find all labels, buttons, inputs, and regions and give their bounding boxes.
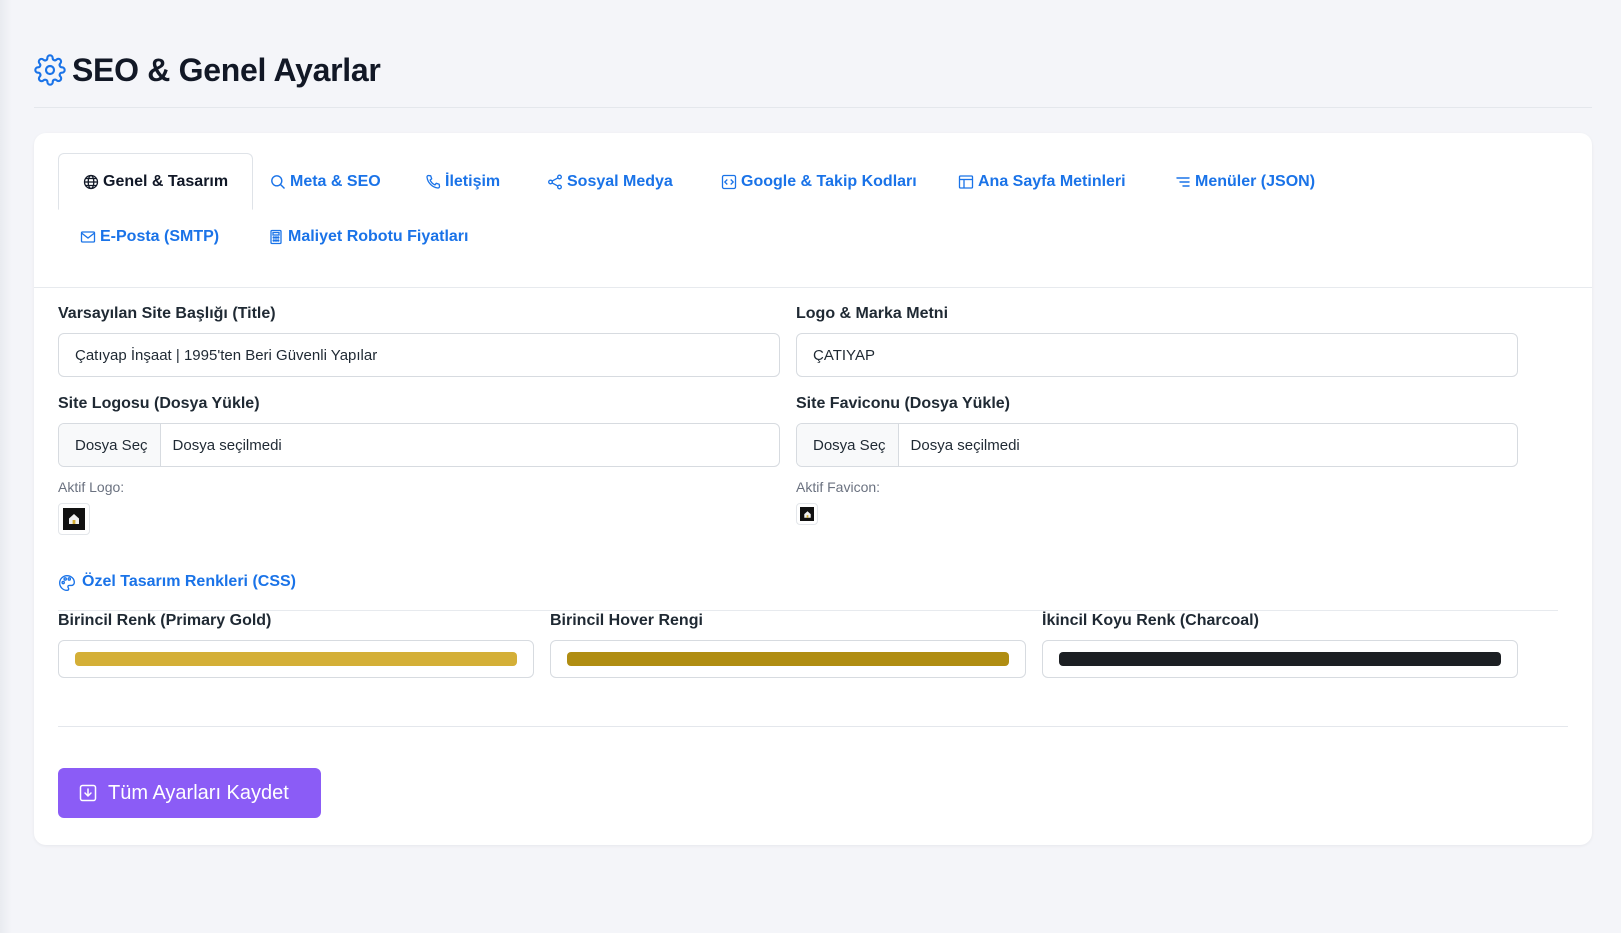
tab-label: Meta & SEO bbox=[290, 172, 381, 190]
save-all-settings-button[interactable]: Tüm Ayarları Kaydet bbox=[58, 768, 321, 818]
tab-label: Sosyal Medya bbox=[567, 172, 673, 190]
tab-email-smtp[interactable]: E-Posta (SMTP) bbox=[80, 208, 219, 265]
save-icon bbox=[79, 784, 97, 802]
house-logo-icon bbox=[69, 514, 79, 524]
tab-general-design[interactable]: Genel & Tasarım bbox=[58, 153, 254, 210]
tab-label: Genel & Tasarım bbox=[103, 172, 229, 190]
tab-label: Google & Takip Kodları bbox=[741, 172, 917, 190]
logo-file-name: Dosya seçilmedi bbox=[172, 436, 282, 454]
house-logo-icon bbox=[803, 510, 811, 518]
tab-label: İletişim bbox=[445, 172, 501, 190]
logo-upload-label: Site Logosu (Dosya Yükle) bbox=[58, 395, 260, 412]
tab-homepage-texts[interactable]: Ana Sayfa Metinleri bbox=[958, 153, 1126, 210]
gear-icon bbox=[34, 54, 66, 86]
favicon-file-name: Dosya seçilmedi bbox=[910, 436, 1020, 454]
tab-google-tracking[interactable]: Google & Takip Kodları bbox=[721, 153, 917, 210]
tab-label: Menüler (JSON) bbox=[1195, 172, 1316, 190]
brand-text-label: Logo & Marka Metni bbox=[796, 305, 949, 322]
share-icon bbox=[548, 174, 562, 189]
palette-icon bbox=[59, 575, 75, 591]
current-logo-label: Aktif Logo: bbox=[58, 479, 125, 495]
form-divider bbox=[58, 726, 1568, 727]
logo-file-input[interactable]: Dosya Seç Dosya seçilmedi bbox=[58, 423, 780, 467]
primary-color-label: Birincil Renk (Primary Gold) bbox=[58, 612, 272, 629]
tab-menus-json[interactable]: Menüler (JSON) bbox=[1175, 153, 1315, 210]
list-icon bbox=[1176, 176, 1190, 187]
page-title: SEO & Genel Ayarlar bbox=[72, 52, 381, 88]
primary-color-swatch bbox=[75, 652, 517, 666]
layout-icon bbox=[958, 174, 974, 189]
tab-label: E-Posta (SMTP) bbox=[100, 227, 220, 245]
tab-label: Ana Sayfa Metinleri bbox=[978, 172, 1126, 190]
current-favicon-label: Aktif Favicon: bbox=[796, 479, 881, 495]
settings-tabs: Genel & Tasarım Meta & SEO İletişim Sosy… bbox=[34, 133, 1592, 288]
save-button-label: Tüm Ayarları Kaydet bbox=[108, 781, 289, 804]
code-icon bbox=[721, 174, 737, 189]
tab-cost-robot-prices[interactable]: Maliyet Robotu Fiyatları bbox=[268, 208, 468, 265]
primary-hover-color-label: Birincil Hover Rengi bbox=[550, 612, 703, 629]
favicon-choose-file-button[interactable]: Dosya Seç bbox=[797, 424, 899, 466]
globe-icon bbox=[83, 174, 99, 189]
tab-social-media[interactable]: Sosyal Medya bbox=[547, 153, 673, 210]
secondary-dark-color-swatch bbox=[1059, 652, 1501, 666]
design-colors-heading: Özel Tasarım Renkleri (CSS) bbox=[58, 573, 1558, 611]
tab-contact[interactable]: İletişim bbox=[425, 153, 500, 210]
secondary-dark-color-label: İkincil Koyu Renk (Charcoal) bbox=[1042, 612, 1259, 629]
primary-hover-color-swatch bbox=[567, 652, 1009, 666]
current-favicon-image bbox=[796, 503, 818, 525]
current-logo-image bbox=[58, 503, 90, 535]
site-title-input[interactable] bbox=[58, 333, 780, 377]
tab-meta-seo[interactable]: Meta & SEO bbox=[270, 153, 381, 210]
brand-text-input[interactable] bbox=[796, 333, 1518, 377]
site-title-label: Varsayılan Site Başlığı (Title) bbox=[58, 305, 276, 322]
page-header: SEO & Genel Ayarlar bbox=[34, 50, 1592, 108]
favicon-upload-label: Site Faviconu (Dosya Yükle) bbox=[796, 395, 1010, 412]
tab-label: Maliyet Robotu Fiyatları bbox=[288, 227, 469, 245]
favicon-file-input[interactable]: Dosya Seç Dosya seçilmedi bbox=[796, 423, 1518, 467]
secondary-dark-color-input[interactable] bbox=[1042, 640, 1518, 678]
calculator-icon bbox=[270, 229, 282, 244]
settings-card: Genel & Tasarım Meta & SEO İletişim Sosy… bbox=[34, 133, 1592, 845]
design-colors-heading-text: Özel Tasarım Renkleri (CSS) bbox=[82, 573, 296, 590]
phone-icon bbox=[426, 174, 441, 189]
search-icon bbox=[271, 174, 285, 189]
primary-hover-color-input[interactable] bbox=[550, 640, 1026, 678]
envelope-icon bbox=[80, 230, 96, 243]
logo-choose-file-button[interactable]: Dosya Seç bbox=[59, 424, 161, 466]
primary-color-input[interactable] bbox=[58, 640, 534, 678]
